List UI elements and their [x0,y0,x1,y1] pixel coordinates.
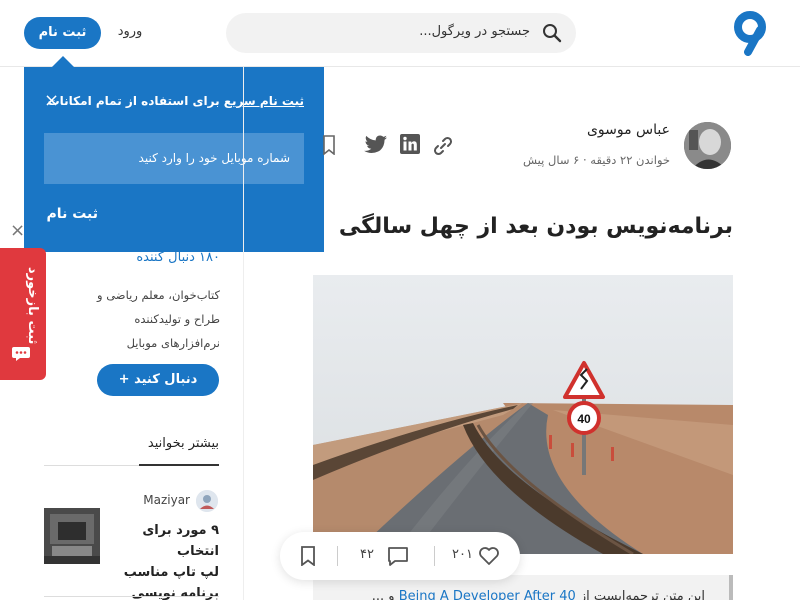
column-divider [243,67,244,600]
speed-sign-text: 40 [577,412,591,426]
author-bio: کتاب‌خوان، معلم ریاضی و طراح و تولیدکنند… [60,283,220,355]
bio-line: نرم‌افزارهای موبایل [126,336,220,350]
recommend-title[interactable]: ۹ مورد برای انتخاب لپ تاپ مناسب برنامه ن… [105,520,219,600]
twitter-icon[interactable] [364,135,388,155]
article-title: برنامه‌نویس بودن بعد از چهل سالگی [338,214,733,239]
popup-title: ثبت نام سریع برای استفاده از تمام امکانا… [48,94,304,108]
bookmark-icon[interactable] [300,546,316,567]
feedback-label: ثبت بازخورد [25,267,40,345]
article-meta: خواندن ۲۲ دقیقه · ۶ سال پیش [523,153,670,167]
close-icon[interactable]: × [10,220,25,241]
feedback-icon [12,346,30,361]
virgool-logo[interactable] [730,10,770,56]
recommend-title-line: لپ تاپ مناسب [123,565,219,580]
follow-button[interactable]: دنبال کنید + [97,364,219,396]
comment-icon[interactable] [387,545,409,567]
signup-button[interactable]: ثبت نام [24,17,101,49]
avatar[interactable] [684,122,731,169]
divider [44,596,219,597]
search-icon [542,23,562,43]
search-placeholder[interactable]: جستجو در ویرگول... [419,24,530,39]
avatar[interactable] [196,490,218,512]
recommend-title-line: ۹ مورد برای انتخاب [142,523,219,559]
heart-icon[interactable] [478,545,500,567]
recommend-author[interactable]: Maziyar [120,493,190,507]
author-name[interactable]: عباس موسوی [560,122,670,138]
bookmark-icon[interactable] [323,135,335,156]
source-link[interactable]: Being A Developer After 40 [399,589,576,600]
divider [434,546,435,566]
popup-title-rest: برای استفاده از تمام امکانات [47,94,224,108]
heading-underline [139,464,219,466]
like-count: ۲۰۱ [452,547,473,562]
followers-count[interactable]: ۱۸۰ دنبال کننده [130,250,220,265]
quote-prefix: این متن ترجمه‌ایست از [575,589,705,600]
bio-line: طراح و تولیدکننده [134,312,220,326]
top-header: جستجو در ویرگول... ورود ثبت نام [0,0,800,67]
recommend-title-line: برنامه نویسی [131,586,219,600]
bio-line: کتاب‌خوان، معلم ریاضی و [97,288,220,302]
more-read-heading: بیشتر بخوانید [147,436,219,451]
popup-signup-button[interactable]: ثبت نام [47,206,98,222]
mobile-number-input[interactable]: شماره موبایل خود را وارد کنید [44,133,304,184]
divider [337,546,338,566]
link-icon[interactable] [432,135,454,157]
search-box[interactable]: جستجو در ویرگول... [226,13,576,53]
article-hero-image: 40 [313,275,733,554]
linkedin-icon[interactable] [400,134,420,154]
quote-text: این متن ترجمه‌ایست از Being A Developer … [372,589,705,600]
close-icon[interactable]: × [44,90,59,111]
quick-signup-link[interactable]: ثبت نام سریع [224,94,304,108]
login-link[interactable]: ورود [110,24,150,39]
quote-suffix: و ... [371,589,399,600]
recommend-thumbnail[interactable] [44,508,100,564]
feedback-tab[interactable]: ثبت بازخورد [0,248,46,380]
quick-signup-popup: ثبت نام سریع برای استفاده از تمام امکانا… [24,67,324,252]
comment-count: ۴۲ [360,547,374,562]
floating-action-bar: ۴۲ ۲۰۱ [280,532,520,580]
